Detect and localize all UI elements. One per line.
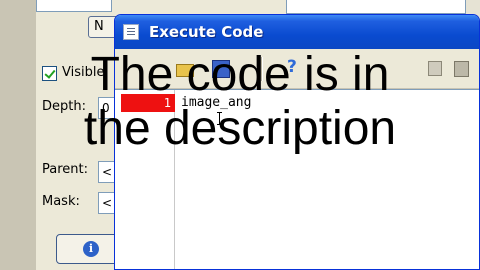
parent-label: Parent: [42,162,88,177]
toolbar [115,49,479,89]
top-button-label: N [94,19,104,34]
window-title: Execute Code [149,23,264,41]
depth-label: Depth: [42,99,86,114]
open-icon[interactable] [175,59,194,77]
code-line[interactable]: image_ang [181,94,251,112]
left-strip [0,0,36,270]
mask-label: Mask: [42,194,80,209]
window-titlebar[interactable]: Execute Code [115,15,479,49]
toolbar-separator [261,57,263,81]
visible-label: Visible [62,65,105,80]
save-icon[interactable] [211,59,230,78]
top-input-box[interactable] [36,0,112,12]
code-editor[interactable]: 1 image_ang [115,89,479,269]
right-top-box[interactable] [286,0,466,14]
text-cursor-icon [217,112,222,125]
help-icon[interactable] [287,57,305,77]
line-gutter: 1 [115,90,175,269]
copy-icon[interactable] [427,59,445,77]
info-button[interactable]: i [56,234,118,264]
visible-checkbox[interactable] [42,66,57,81]
document-icon [123,24,139,40]
info-icon: i [83,241,99,257]
paste-icon[interactable] [453,59,471,77]
execute-code-window: Execute Code 1 image_ang [114,14,480,270]
line-number: 1 [163,96,171,110]
